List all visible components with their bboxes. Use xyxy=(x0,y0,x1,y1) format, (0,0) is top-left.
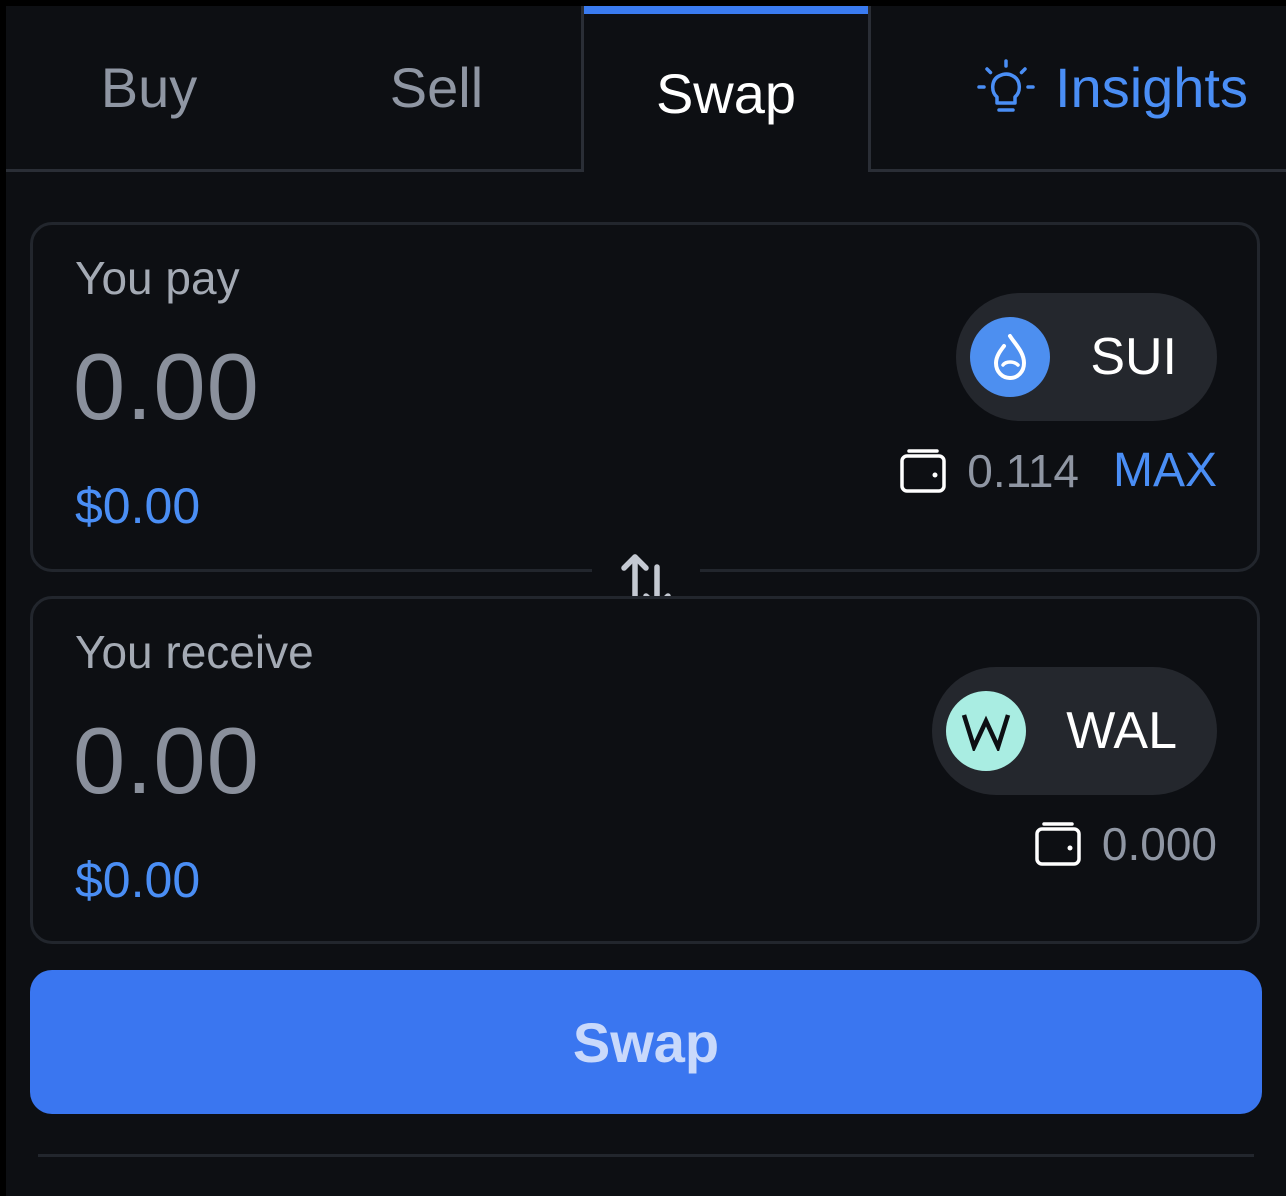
tab-swap-label: Swap xyxy=(655,61,797,125)
receive-usd-value: $0.00 xyxy=(75,852,201,908)
pay-amount-input[interactable]: 0.00 xyxy=(73,333,260,441)
tab-swap[interactable]: Swap xyxy=(584,6,868,172)
tab-sell[interactable]: Sell xyxy=(292,6,584,172)
tab-buy-label: Buy xyxy=(100,56,198,119)
pay-token-selector[interactable]: SUI xyxy=(956,293,1217,421)
divider xyxy=(38,1154,1254,1157)
swap-button[interactable]: Swap xyxy=(30,970,1262,1114)
pay-panel: You pay 0.00 $0.00 SUI 0.114 MAX xyxy=(30,222,1260,572)
lightbulb-icon xyxy=(977,58,1035,112)
receive-token-symbol: WAL xyxy=(1066,702,1177,760)
receive-balance-row: 0.000 xyxy=(1034,817,1217,871)
receive-amount-input[interactable]: 0.00 xyxy=(73,707,260,815)
tab-insights-label: Insights xyxy=(1055,56,1248,119)
wallet-icon xyxy=(1035,822,1081,866)
pay-label: You pay xyxy=(75,252,240,304)
tab-buy[interactable]: Buy xyxy=(6,6,292,172)
max-button[interactable]: MAX xyxy=(1113,443,1217,498)
receive-balance-value: 0.000 xyxy=(1101,818,1217,870)
pay-balance-value: 0.114 xyxy=(967,444,1079,497)
pay-token-symbol: SUI xyxy=(1090,328,1177,386)
tab-bar: Buy Sell Swap Insights xyxy=(6,6,1286,174)
walrus-w-icon xyxy=(946,691,1027,771)
receive-panel: You receive 0.00 $0.00 WAL 0.000 xyxy=(30,596,1260,944)
wallet-icon xyxy=(900,448,947,493)
sui-droplet-icon xyxy=(970,317,1051,397)
pay-usd-value: $0.00 xyxy=(75,478,201,534)
receive-label: You receive xyxy=(75,626,314,678)
pay-balance-row: 0.114 MAX xyxy=(899,443,1217,498)
receive-token-selector[interactable]: WAL xyxy=(932,667,1217,795)
swap-widget: Buy Sell Swap Insights You pay 0.00 $0.0… xyxy=(6,6,1286,1196)
tab-sell-label: Sell xyxy=(389,56,484,119)
tab-insights[interactable]: Insights xyxy=(868,6,1286,172)
